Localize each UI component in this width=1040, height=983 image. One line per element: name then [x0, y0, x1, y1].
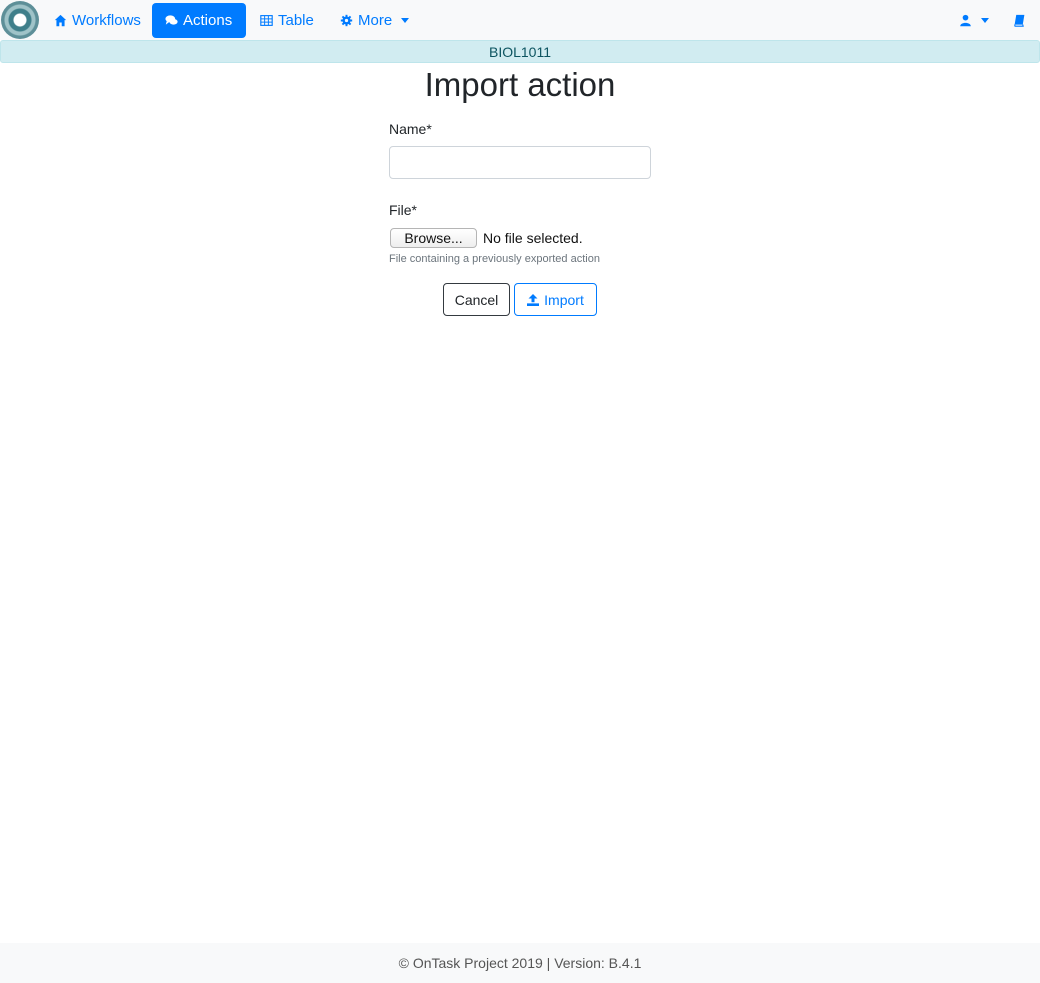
cog-icon [340, 14, 353, 27]
nav-more-dropdown[interactable]: More [327, 3, 422, 38]
home-icon [54, 14, 67, 27]
chevron-down-icon [401, 18, 410, 23]
navbar: Workflows Actions Table More [0, 0, 1040, 40]
file-status-text: No file selected. [483, 230, 583, 246]
user-icon [960, 14, 971, 27]
file-help-text: File containing a previously exported ac… [389, 253, 600, 265]
footer: © OnTask Project 2019 | Version: B.4.1 [0, 943, 1040, 983]
nav-actions[interactable]: Actions [152, 3, 246, 38]
page-title: Import action [424, 66, 616, 103]
cancel-button-label: Cancel [454, 291, 499, 308]
name-input[interactable] [389, 146, 651, 179]
table-icon [260, 15, 273, 26]
name-label: Name* [389, 121, 432, 137]
browse-file-button[interactable]: Browse... [390, 228, 477, 248]
footer-text: © OnTask Project 2019 | Version: B.4.1 [398, 955, 642, 971]
nav-workflows[interactable]: Workflows [41, 3, 154, 38]
import-button[interactable]: Import [514, 283, 597, 316]
file-label: File* [389, 202, 418, 218]
nav-workflows-label: Workflows [72, 12, 141, 29]
nav-table-label: Table [278, 12, 314, 29]
cancel-button[interactable]: Cancel [443, 283, 510, 316]
nav-more-label: More [358, 12, 393, 29]
import-button-label: Import [544, 291, 584, 308]
comments-icon [165, 15, 178, 25]
user-menu-dropdown[interactable] [946, 3, 1002, 38]
ontask-logo[interactable] [1, 1, 39, 39]
upload-icon [527, 293, 540, 306]
chevron-down-icon [981, 18, 989, 23]
docs-link[interactable] [1000, 3, 1039, 38]
workflow-name-banner: BIOL1011 [0, 40, 1040, 63]
book-icon [1014, 14, 1025, 27]
nav-table[interactable]: Table [247, 3, 327, 38]
nav-actions-label: Actions [183, 12, 233, 29]
